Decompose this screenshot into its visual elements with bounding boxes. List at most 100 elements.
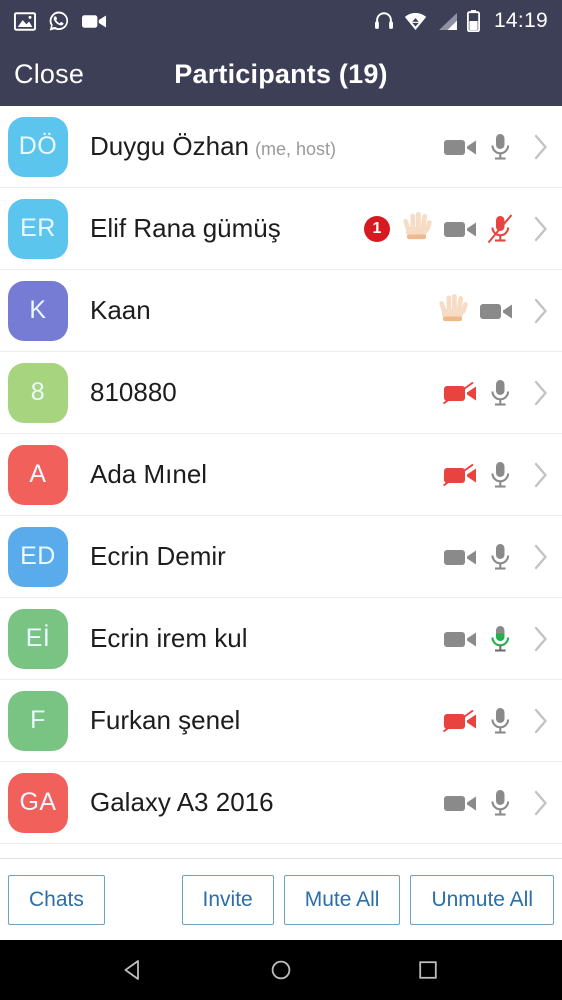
participant-row[interactable]: ED Ecrin Demir: [0, 516, 562, 598]
raised-hand-icon: [401, 211, 433, 246]
participant-name-block: Furkan şenel: [90, 705, 443, 736]
unread-badge: 1: [364, 215, 390, 242]
participant-name-block: 810880: [90, 377, 443, 408]
invite-button[interactable]: Invite: [181, 874, 274, 925]
participant-row[interactable]: ER Elif Rana gümüş 1: [0, 188, 562, 270]
participant-row[interactable]: GA Galaxy A3 2016: [0, 762, 562, 844]
participant-name: Ecrin Demir: [90, 541, 226, 571]
participant-status-icons: [437, 293, 549, 328]
participant-name: Elif Rana gümüş: [90, 213, 281, 243]
participant-row[interactable]: A Ada Mınel: [0, 434, 562, 516]
video-off-icon[interactable]: [443, 709, 477, 732]
microphone-on-icon[interactable]: [487, 706, 513, 736]
video-on-icon[interactable]: [443, 792, 477, 814]
participant-status-icons: [443, 788, 549, 818]
participant-name: Galaxy A3 2016: [90, 787, 274, 817]
recents-icon[interactable]: [398, 958, 458, 982]
wifi-icon: [404, 12, 427, 31]
android-navigation-bar: [0, 940, 562, 1000]
microphone-muted-icon[interactable]: [487, 213, 513, 244]
participant-status-icons: [443, 378, 549, 408]
video-on-icon[interactable]: [479, 300, 513, 322]
chevron-right-icon[interactable]: [533, 625, 549, 653]
video-off-icon[interactable]: [443, 463, 477, 486]
participant-name-block: Kaan: [90, 295, 437, 326]
unmute-all-button[interactable]: Unmute All: [410, 874, 554, 925]
status-bar-notifications: [14, 10, 107, 32]
avatar: A: [8, 444, 68, 505]
chevron-right-icon[interactable]: [533, 379, 549, 407]
page-title: Participants (19): [174, 58, 388, 89]
back-icon[interactable]: [104, 958, 164, 982]
video-call-icon: [82, 13, 107, 30]
participant-name-block: Duygu Özhan (me, host): [90, 131, 443, 162]
status-bar: 14:19: [0, 0, 562, 42]
chevron-right-icon[interactable]: [533, 789, 549, 817]
participant-name: Kaan: [90, 295, 151, 325]
avatar: K: [8, 280, 68, 341]
participant-status-icons: [443, 542, 549, 572]
participant-name-block: Ecrin irem kul: [90, 623, 443, 654]
participant-name-block: Galaxy A3 2016: [90, 787, 443, 818]
action-bar: Chats Invite Mute All Unmute All: [0, 858, 562, 940]
participant-row[interactable]: F Furkan şenel: [0, 680, 562, 762]
avatar: F: [8, 690, 68, 751]
participant-status-icons: 1: [364, 211, 549, 246]
whatsapp-icon: [48, 10, 70, 32]
microphone-on-icon[interactable]: [487, 460, 513, 490]
video-off-icon[interactable]: [443, 381, 477, 404]
participant-name: Furkan şenel: [90, 705, 241, 735]
mute-all-button[interactable]: Mute All: [283, 874, 401, 925]
avatar: 8: [8, 362, 68, 423]
video-on-icon[interactable]: [443, 136, 477, 158]
video-on-icon[interactable]: [443, 546, 477, 568]
battery-icon: [466, 10, 480, 32]
participant-status-icons: [443, 460, 549, 490]
microphone-on-icon[interactable]: [487, 542, 513, 572]
chevron-right-icon[interactable]: [533, 543, 549, 571]
microphone-on-icon[interactable]: [487, 378, 513, 408]
participant-name-block: Elif Rana gümüş: [90, 213, 364, 244]
avatar: DÖ: [8, 116, 68, 177]
participant-name: Duygu Özhan: [90, 131, 249, 161]
participants-screen: 14:19 Close Participants (19) DÖ Duygu Öz…: [0, 0, 562, 1000]
participant-name-block: Ecrin Demir: [90, 541, 443, 572]
microphone-on-icon[interactable]: [487, 788, 513, 818]
raised-hand-icon: [437, 293, 469, 328]
avatar: ER: [8, 198, 68, 259]
participant-name: 810880: [90, 377, 177, 407]
participant-status-icons: [443, 132, 549, 162]
cellular-signal-icon: [436, 12, 458, 31]
chevron-right-icon[interactable]: [533, 297, 549, 325]
close-button[interactable]: Close: [0, 59, 84, 90]
status-bar-clock: 14:19: [493, 9, 548, 32]
participant-status-icons: [443, 624, 549, 654]
headset-icon: [373, 10, 395, 32]
video-on-icon[interactable]: [443, 218, 477, 240]
chevron-right-icon[interactable]: [533, 133, 549, 161]
participant-status-icons: [443, 706, 549, 736]
status-bar-system-icons: 14:19: [373, 9, 548, 33]
home-icon[interactable]: [251, 958, 311, 982]
participant-name: Ada Mınel: [90, 459, 208, 489]
chats-button[interactable]: Chats: [8, 874, 105, 925]
photo-icon: [14, 11, 36, 31]
avatar: Eİ: [8, 608, 68, 669]
avatar: ED: [8, 526, 68, 587]
participant-row[interactable]: DÖ Duygu Özhan (me, host): [0, 106, 562, 188]
microphone-on-icon[interactable]: [487, 132, 513, 162]
participant-name: Ecrin irem kul: [90, 623, 248, 653]
title-bar: Close Participants (19): [0, 42, 562, 106]
video-on-icon[interactable]: [443, 628, 477, 650]
chevron-right-icon[interactable]: [533, 707, 549, 735]
avatar: GA: [8, 772, 68, 833]
chevron-right-icon[interactable]: [533, 461, 549, 489]
participant-role-label: (me, host): [254, 139, 337, 159]
participant-list[interactable]: DÖ Duygu Özhan (me, host) ER Elif Rana gümüş…: [0, 106, 562, 858]
participant-row[interactable]: 8 810880: [0, 352, 562, 434]
chevron-right-icon[interactable]: [533, 215, 549, 243]
participant-row[interactable]: K Kaan: [0, 270, 562, 352]
microphone-talking-icon[interactable]: [487, 624, 513, 654]
participant-row[interactable]: Eİ Ecrin irem kul: [0, 598, 562, 680]
participant-name-block: Ada Mınel: [90, 459, 443, 490]
